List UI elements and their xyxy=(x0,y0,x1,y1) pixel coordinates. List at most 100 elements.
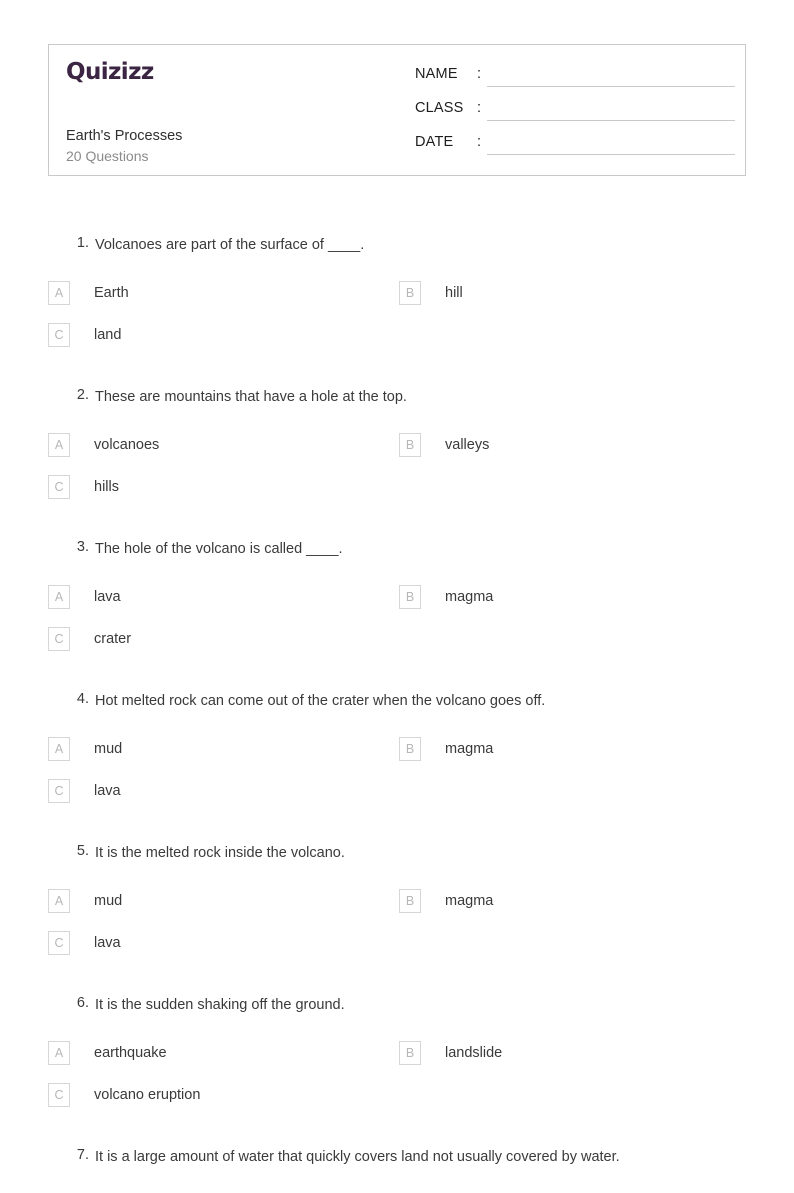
name-field-label: NAME xyxy=(415,66,458,82)
option-letter-box[interactable]: A xyxy=(48,737,70,761)
option-label: crater xyxy=(94,631,132,647)
option-label: lava xyxy=(94,935,121,951)
date-field-label: DATE xyxy=(415,134,454,150)
option-label: mud xyxy=(94,741,123,757)
answer-option[interactable]: Bmagma xyxy=(399,585,746,609)
question-block: 6. It is the sudden shaking off the groun… xyxy=(48,992,746,1125)
answer-option[interactable]: Bhill xyxy=(399,281,746,305)
option-row: Alava Bmagma xyxy=(48,585,746,627)
option-letter-box[interactable]: B xyxy=(399,585,421,609)
quizizz-logo: Quizizz xyxy=(66,59,154,85)
option-row: Clava xyxy=(48,779,746,821)
date-field-row: DATE : xyxy=(415,131,735,165)
option-letter-box[interactable]: A xyxy=(48,1041,70,1065)
option-letter-box[interactable]: B xyxy=(399,1041,421,1065)
answer-option[interactable]: Bvalleys xyxy=(399,433,746,457)
option-letter-box[interactable]: C xyxy=(48,323,70,347)
option-row: Amud Bmagma xyxy=(48,737,746,779)
question-number: 6. xyxy=(76,995,89,1011)
answer-option[interactable]: Bmagma xyxy=(399,889,746,913)
option-label: magma xyxy=(445,589,494,605)
option-label: hill xyxy=(445,285,463,301)
option-row: Chills xyxy=(48,475,746,517)
question-block: 5. It is the melted rock inside the volca… xyxy=(48,840,746,973)
date-field-input-line[interactable] xyxy=(487,154,735,155)
class-field-row: CLASS : xyxy=(415,97,735,131)
option-label: lava xyxy=(94,589,121,605)
option-letter-box[interactable]: B xyxy=(399,281,421,305)
answer-option[interactable]: Bmagma xyxy=(399,737,746,761)
option-letter-box[interactable]: B xyxy=(399,889,421,913)
option-group: Aearthquake Blandslide Cvolcano eruption xyxy=(48,1041,746,1125)
student-info-fields: NAME : CLASS : DATE : xyxy=(415,63,735,165)
question-number: 4. xyxy=(76,691,89,707)
question-text: Hot melted rock can come out of the crat… xyxy=(95,693,546,709)
page-title: Earth's Processes xyxy=(66,128,183,144)
question-block: 1. Volcanoes are part of the surface of _… xyxy=(48,232,746,365)
option-letter-box[interactable]: C xyxy=(48,779,70,803)
option-letter-box[interactable]: C xyxy=(48,475,70,499)
question-number: 7. xyxy=(76,1147,89,1163)
option-letter-box[interactable]: A xyxy=(48,889,70,913)
question-text: It is the melted rock inside the volcano… xyxy=(95,845,345,861)
option-letter-box[interactable]: B xyxy=(399,737,421,761)
option-letter-box[interactable]: A xyxy=(48,433,70,457)
answer-option[interactable]: Avolcanoes xyxy=(48,433,398,457)
answer-option[interactable]: Ccrater xyxy=(48,627,398,651)
option-label: magma xyxy=(445,741,494,757)
question-number: 2. xyxy=(76,387,89,403)
option-row: Cvolcano eruption xyxy=(48,1083,746,1125)
question-header: 6. It is the sudden shaking off the groun… xyxy=(48,992,746,1022)
option-label: land xyxy=(94,327,122,343)
option-letter-box[interactable]: C xyxy=(48,931,70,955)
worksheet-header-card: Quizizz Earth's Processes 20 Questions N… xyxy=(48,44,746,176)
option-letter-box[interactable]: A xyxy=(48,281,70,305)
answer-option[interactable]: Clava xyxy=(48,931,398,955)
question-header: 3. The hole of the volcano is called ____… xyxy=(48,536,746,566)
answer-option[interactable]: Chills xyxy=(48,475,398,499)
option-row: Aearthquake Blandslide xyxy=(48,1041,746,1083)
answer-option[interactable]: Amud xyxy=(48,737,398,761)
answer-option[interactable]: Cvolcano eruption xyxy=(48,1083,398,1107)
question-block: 3. The hole of the volcano is called ____… xyxy=(48,536,746,669)
option-row: A Earth Bhill xyxy=(48,281,746,323)
question-block: 4. Hot melted rock can come out of the cr… xyxy=(48,688,746,821)
option-letter-box[interactable]: C xyxy=(48,627,70,651)
question-number: 3. xyxy=(76,539,89,555)
option-row: Amud Bmagma xyxy=(48,889,746,931)
option-label: valleys xyxy=(445,437,490,453)
answer-option[interactable]: Amud xyxy=(48,889,398,913)
option-letter-box[interactable]: C xyxy=(48,1083,70,1107)
answer-option[interactable]: Cland xyxy=(48,323,398,347)
question-header: 5. It is the melted rock inside the volca… xyxy=(48,840,746,870)
option-label: landslide xyxy=(445,1045,503,1061)
option-group: Amud Bmagma Clava xyxy=(48,889,746,973)
question-number: 5. xyxy=(76,843,89,859)
answer-option[interactable]: Clava xyxy=(48,779,398,803)
question-header: 7. It is a large amount of water that qui… xyxy=(48,1144,746,1174)
option-label: volcanoes xyxy=(94,437,160,453)
option-letter-box[interactable]: B xyxy=(399,433,421,457)
class-field-input-line[interactable] xyxy=(487,120,735,121)
answer-option[interactable]: A Earth xyxy=(48,281,398,305)
option-group: Alava Bmagma Ccrater xyxy=(48,585,746,669)
option-label: Earth xyxy=(94,285,129,301)
answer-option[interactable]: Aearthquake xyxy=(48,1041,398,1065)
answer-option[interactable]: Blandslide xyxy=(399,1041,746,1065)
option-row: Ccrater xyxy=(48,627,746,669)
question-text: It is the sudden shaking off the ground. xyxy=(95,997,345,1013)
question-block: 2. These are mountains that have a hole a… xyxy=(48,384,746,517)
option-label: volcano eruption xyxy=(94,1087,201,1103)
option-group: Amud Bmagma Clava xyxy=(48,737,746,821)
class-field-label: CLASS xyxy=(415,100,464,116)
question-number: 1. xyxy=(76,235,89,251)
name-field-input-line[interactable] xyxy=(487,86,735,87)
option-row: Cland xyxy=(48,323,746,365)
question-count-label: 20 Questions xyxy=(66,148,149,164)
option-letter-box[interactable]: A xyxy=(48,585,70,609)
question-header: 2. These are mountains that have a hole a… xyxy=(48,384,746,414)
header-left-section: Quizizz Earth's Processes 20 Questions xyxy=(63,45,403,175)
question-list: 1. Volcanoes are part of the surface of _… xyxy=(48,232,746,1193)
option-label: hills xyxy=(94,479,119,495)
answer-option[interactable]: Alava xyxy=(48,585,398,609)
